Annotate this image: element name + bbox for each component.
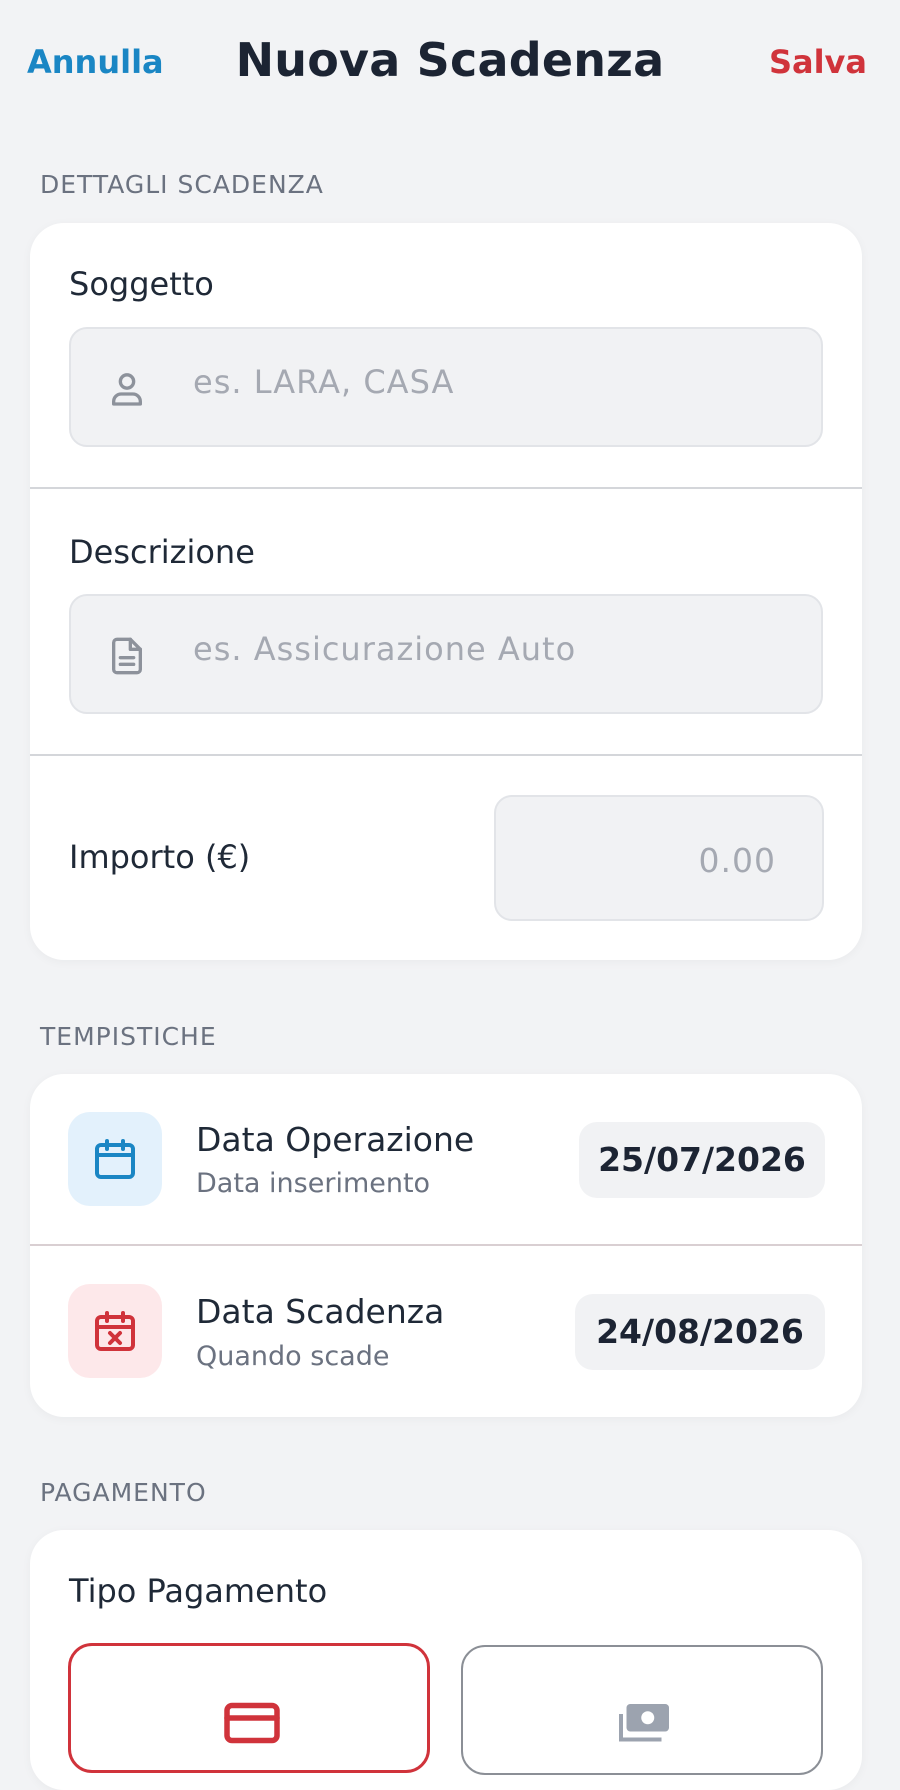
payment-card: Tipo Pagamento xyxy=(30,1530,862,1790)
description-label: Descrizione xyxy=(69,533,255,571)
amount-placeholder: 0.00 xyxy=(698,841,776,880)
due-date-subtitle: Quando scade xyxy=(196,1341,390,1372)
description-input[interactable]: es. Assicurazione Auto xyxy=(69,594,823,714)
calendar-x-icon-tile xyxy=(68,1284,162,1378)
section-label-payment: PAGAMENTO xyxy=(40,1478,207,1507)
amount-input[interactable]: 0.00 xyxy=(494,795,824,921)
payment-type-label: Tipo Pagamento xyxy=(69,1572,328,1610)
divider xyxy=(30,487,862,489)
calendar-icon-tile xyxy=(68,1112,162,1206)
page-title: Nuova Scadenza xyxy=(235,33,665,87)
due-date-value[interactable]: 24/08/2026 xyxy=(575,1294,825,1370)
calendar-icon xyxy=(95,1139,135,1179)
divider xyxy=(30,1244,862,1246)
section-label-details: DETTAGLI SCADENZA xyxy=(40,170,324,199)
due-date-title: Data Scadenza xyxy=(196,1292,445,1331)
subject-label: Soggetto xyxy=(69,265,214,303)
section-label-timing: TEMPISTICHE xyxy=(40,1022,217,1051)
divider xyxy=(30,754,862,756)
credit-card-icon xyxy=(224,1702,280,1744)
details-card: Soggetto es. LARA, CASA Descrizione es. … xyxy=(30,223,862,960)
subject-placeholder: es. LARA, CASA xyxy=(193,363,455,401)
operation-date-value[interactable]: 25/07/2026 xyxy=(579,1122,825,1198)
amount-label: Importo (€) xyxy=(69,838,251,876)
operation-date-subtitle: Data inserimento xyxy=(196,1168,431,1199)
calendar-x-icon xyxy=(95,1311,135,1351)
save-button[interactable]: Salva xyxy=(769,43,867,81)
payment-option-card[interactable] xyxy=(68,1643,430,1773)
person-icon xyxy=(112,373,142,406)
nav-header: Annulla Nuova Scadenza Salva xyxy=(0,0,900,130)
description-placeholder: es. Assicurazione Auto xyxy=(193,630,577,668)
timing-card: Data Operazione Data inserimento 25/07/2… xyxy=(30,1074,862,1417)
payment-option-cash[interactable] xyxy=(461,1645,823,1775)
document-icon xyxy=(112,637,142,675)
subject-input[interactable]: es. LARA, CASA xyxy=(69,327,823,447)
cash-icon xyxy=(619,1704,669,1742)
operation-date-title: Data Operazione xyxy=(196,1120,475,1159)
